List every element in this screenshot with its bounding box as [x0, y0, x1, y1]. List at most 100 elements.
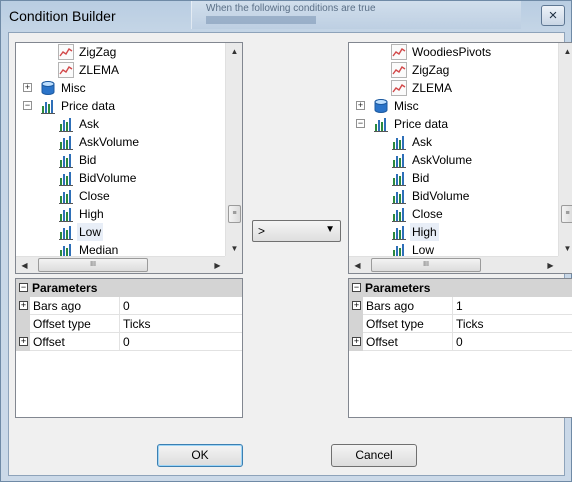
tree-item-price-data[interactable]: − Price data	[349, 115, 559, 133]
tree-item-bidvolume[interactable]: BidVolume	[349, 187, 559, 205]
tree-item-high[interactable]: High	[349, 223, 559, 241]
expand-icon[interactable]: +	[352, 301, 361, 310]
parameter-row-offset-type[interactable]: Offset type Ticks	[349, 315, 572, 333]
tree-item-zlema[interactable]: ZLEMA	[16, 61, 226, 79]
parameter-row-offset[interactable]: + Offset 0	[16, 333, 242, 351]
tree-item-misc[interactable]: + Misc	[349, 97, 559, 115]
parameter-row-bars-ago[interactable]: + Bars ago 0	[16, 297, 242, 315]
parameters-header: Parameters	[365, 281, 431, 295]
indicator-chart-icon	[391, 80, 407, 96]
parameters-category[interactable]: − Parameters	[16, 279, 242, 297]
expand-icon[interactable]: +	[19, 301, 28, 310]
bar-chart-icon	[391, 206, 407, 222]
right-indicator-tree[interactable]: WoodiesPivots ZigZag ZLEMA + Misc − Price data…	[348, 42, 572, 274]
window-title: Condition Builder	[9, 8, 116, 24]
right-tree-rows: WoodiesPivots ZigZag ZLEMA + Misc − Price data…	[349, 43, 559, 259]
scroll-down-icon[interactable]: ▼	[226, 240, 242, 257]
hscroll-thumb[interactable]: III	[371, 258, 481, 272]
tree-item-bid[interactable]: Bid	[349, 169, 559, 187]
right-tree-vscrollbar[interactable]: ▲ ≡ ▼	[558, 43, 572, 257]
tree-item-label: High	[410, 223, 439, 241]
tree-item-label: Price data	[61, 99, 116, 113]
tree-item-label: WoodiesPivots	[412, 45, 492, 59]
cancel-button[interactable]: Cancel	[331, 444, 417, 467]
tree-item-ask[interactable]: Ask	[349, 133, 559, 151]
right-parameters-grid[interactable]: − Parameters + Bars ago 1 Offset type Ticks +…	[348, 278, 572, 418]
scroll-left-icon[interactable]: ◀	[349, 257, 366, 273]
parameter-name: Offset type	[33, 315, 120, 333]
chevron-down-icon: ▼	[325, 224, 335, 235]
tree-item-zigzag[interactable]: ZigZag	[16, 43, 226, 61]
scroll-right-icon[interactable]: ▶	[542, 257, 559, 273]
left-tree-vscrollbar[interactable]: ▲ ≡ ▼	[225, 43, 242, 257]
tree-item-label: ZigZag	[412, 63, 450, 77]
operator-select[interactable]: > ▼	[252, 220, 341, 242]
bar-chart-icon	[391, 170, 407, 186]
parameter-value[interactable]: 0	[123, 333, 130, 351]
parameter-row-offset-type[interactable]: Offset type Ticks	[16, 315, 242, 333]
parameter-value[interactable]: 0	[123, 297, 130, 315]
tree-item-price-data[interactable]: − Price data	[16, 97, 226, 115]
tree-item-label: BidVolume	[412, 189, 470, 203]
hscroll-thumb[interactable]: III	[38, 258, 148, 272]
tree-item-label: ZLEMA	[79, 63, 120, 77]
expand-icon[interactable]: +	[23, 83, 32, 92]
tree-item-misc[interactable]: + Misc	[16, 79, 226, 97]
parameter-row-offset[interactable]: + Offset 0	[349, 333, 572, 351]
dialog-client-area: ZigZag ZLEMA + Misc − Price data Ask AskVolume B…	[8, 32, 572, 476]
tree-item-askvolume[interactable]: AskVolume	[349, 151, 559, 169]
scroll-up-icon[interactable]: ▲	[559, 43, 572, 60]
bar-chart-icon	[58, 188, 74, 204]
parameter-name: Bars ago	[33, 297, 120, 315]
parameter-value[interactable]: 1	[456, 297, 463, 315]
expand-icon[interactable]: +	[19, 337, 28, 346]
tree-item-label: Close	[412, 207, 443, 221]
expand-icon[interactable]: +	[352, 337, 361, 346]
tree-item-close[interactable]: Close	[16, 187, 226, 205]
tree-item-zlema[interactable]: ZLEMA	[349, 79, 559, 97]
bar-chart-icon	[391, 224, 407, 240]
close-button[interactable]: ×	[541, 5, 565, 26]
tree-item-high[interactable]: High	[16, 205, 226, 223]
collapse-icon[interactable]: −	[23, 101, 32, 110]
tree-item-close[interactable]: Close	[349, 205, 559, 223]
tree-item-label: Close	[79, 189, 110, 203]
right-tree-hscrollbar[interactable]: ◀ III ▶	[349, 256, 559, 273]
parameter-row-bars-ago[interactable]: + Bars ago 1	[349, 297, 572, 315]
scroll-up-icon[interactable]: ▲	[226, 43, 242, 60]
collapse-icon[interactable]: −	[19, 283, 28, 292]
database-icon	[40, 80, 56, 96]
tree-item-ask[interactable]: Ask	[16, 115, 226, 133]
collapse-icon[interactable]: −	[356, 119, 365, 128]
title-bar[interactable]: When the following conditions are true C…	[1, 1, 571, 31]
bar-chart-icon	[58, 116, 74, 132]
collapse-icon[interactable]: −	[352, 283, 361, 292]
left-indicator-tree[interactable]: ZigZag ZLEMA + Misc − Price data Ask AskVolume B…	[15, 42, 243, 274]
tree-item-zigzag[interactable]: ZigZag	[349, 61, 559, 79]
bar-chart-icon	[58, 206, 74, 222]
scroll-right-icon[interactable]: ▶	[209, 257, 226, 273]
row-gutter	[349, 315, 363, 333]
parameters-category[interactable]: − Parameters	[349, 279, 572, 297]
scroll-left-icon[interactable]: ◀	[16, 257, 33, 273]
left-tree-rows: ZigZag ZLEMA + Misc − Price data Ask AskVolume B…	[16, 43, 226, 259]
tree-item-askvolume[interactable]: AskVolume	[16, 133, 226, 151]
parameter-value[interactable]: Ticks	[456, 315, 484, 333]
vscroll-thumb[interactable]: ≡	[228, 205, 241, 223]
vscroll-thumb[interactable]: ≡	[561, 205, 572, 223]
tree-item-woodiespivots[interactable]: WoodiesPivots	[349, 43, 559, 61]
parameter-value[interactable]: Ticks	[123, 315, 151, 333]
tree-item-label: Price data	[394, 117, 449, 131]
parameter-value[interactable]: 0	[456, 333, 463, 351]
ok-button[interactable]: OK	[157, 444, 243, 467]
scroll-down-icon[interactable]: ▼	[559, 240, 572, 257]
tree-item-bidvolume[interactable]: BidVolume	[16, 169, 226, 187]
left-tree-hscrollbar[interactable]: ◀ III ▶	[16, 256, 226, 273]
tree-item-bid[interactable]: Bid	[16, 151, 226, 169]
tree-item-low[interactable]: Low	[16, 223, 226, 241]
tree-item-label: Low	[77, 223, 104, 241]
expand-icon[interactable]: +	[356, 101, 365, 110]
tree-item-label: Misc	[61, 81, 86, 95]
operator-value: >	[258, 224, 266, 238]
left-parameters-grid[interactable]: − Parameters + Bars ago 0 Offset type Ticks +…	[15, 278, 243, 418]
